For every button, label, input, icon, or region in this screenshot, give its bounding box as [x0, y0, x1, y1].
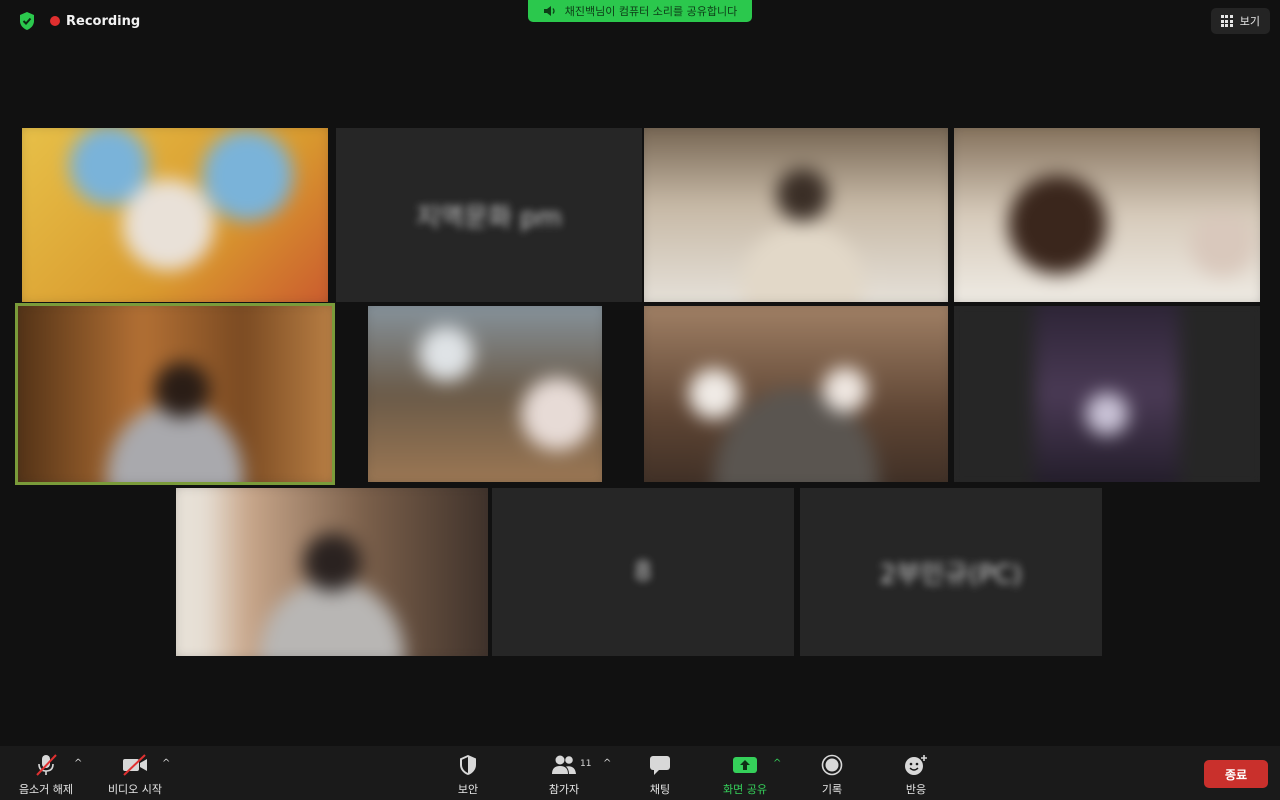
participant-name-tile[interactable]: 8 — [492, 488, 794, 656]
participant-name-tile[interactable]: 2부민규(PC) — [800, 488, 1102, 656]
unmute-label: 음소거 해제 — [18, 783, 74, 796]
participant-name: 2부민규(PC) — [879, 559, 1023, 590]
share-screen-label: 화면 공유 — [723, 783, 767, 796]
chat-label: 채팅 — [649, 783, 671, 796]
video-off-icon — [121, 752, 149, 778]
participants-icon — [550, 752, 578, 778]
muted-microphone-icon — [33, 752, 59, 778]
security-button[interactable]: 보안 — [448, 752, 488, 797]
share-screen-button[interactable]: 화면 공유 — [718, 752, 772, 797]
share-screen-arrow-up-icon — [732, 752, 758, 778]
reactions-label: 반응 — [905, 783, 927, 796]
chat-button[interactable]: 채팅 — [640, 752, 680, 797]
end-meeting-button[interactable]: 종료 — [1204, 760, 1268, 788]
video-options-chevron-up-icon[interactable]: ^ — [162, 758, 170, 769]
participant-video-tile[interactable] — [954, 306, 1260, 482]
participants-count: 11 — [580, 759, 592, 769]
chat-bubble-icon — [648, 752, 672, 778]
security-label: 보안 — [457, 783, 479, 796]
record-label: 기록 — [821, 783, 843, 796]
recording-label: Recording — [66, 13, 141, 29]
participant-video-tile[interactable] — [22, 128, 328, 302]
share-options-chevron-up-icon[interactable]: ^ — [773, 758, 781, 769]
recording-indicator[interactable]: Recording — [50, 11, 140, 31]
participant-name: 지역문화 pm — [416, 202, 562, 233]
active-speaker-video-tile[interactable] — [15, 303, 335, 485]
view-label: 보기 — [1239, 15, 1260, 28]
audio-options-chevron-up-icon[interactable]: ^ — [74, 758, 82, 769]
audio-share-text: 채진백님이 컴퓨터 소리를 공유합니다 — [564, 5, 738, 18]
record-button[interactable]: 기록 — [812, 752, 852, 797]
participant-video-tile[interactable] — [644, 128, 948, 302]
participant-name: 8 — [634, 557, 652, 587]
participant-video-tile[interactable] — [644, 306, 948, 482]
unmute-button[interactable]: 음소거 해제 — [16, 752, 76, 797]
meeting-info-shield-icon[interactable] — [14, 9, 40, 33]
participants-button[interactable]: 참가자 — [544, 752, 584, 797]
reactions-button[interactable]: 반응 — [896, 752, 936, 797]
participant-video-tile[interactable] — [368, 306, 602, 482]
recording-dot-icon — [50, 16, 60, 26]
meeting-toolbar: 음소거 해제 ^ 비디오 시작 ^ 보안 참가자 11 ^ 채팅 화면 공유 ^… — [0, 746, 1280, 800]
speaker-icon — [543, 6, 555, 16]
participant-video-tile[interactable] — [954, 128, 1260, 302]
record-icon — [821, 752, 843, 778]
audio-share-banner: 채진백님이 컴퓨터 소리를 공유합니다 — [528, 0, 752, 22]
participant-name-tile[interactable]: 지역문화 pm — [336, 128, 642, 302]
participant-video-tile[interactable] — [176, 488, 488, 656]
start-video-label: 비디오 시작 — [107, 783, 163, 796]
smiley-plus-icon — [903, 752, 929, 778]
start-video-button[interactable]: 비디오 시작 — [104, 752, 166, 797]
zoom-meeting-window: 지역문화 pm 8 2부민규(PC) Recording 채진백님이 컴퓨터 소… — [0, 0, 1280, 800]
grid-view-icon — [1220, 15, 1233, 27]
participants-options-chevron-up-icon[interactable]: ^ — [603, 758, 611, 769]
view-button[interactable]: 보기 — [1210, 8, 1270, 34]
participants-label: 참가자 — [548, 783, 580, 796]
shield-icon — [458, 752, 478, 778]
video-gallery: 지역문화 pm 8 2부민규(PC) — [0, 0, 1280, 746]
